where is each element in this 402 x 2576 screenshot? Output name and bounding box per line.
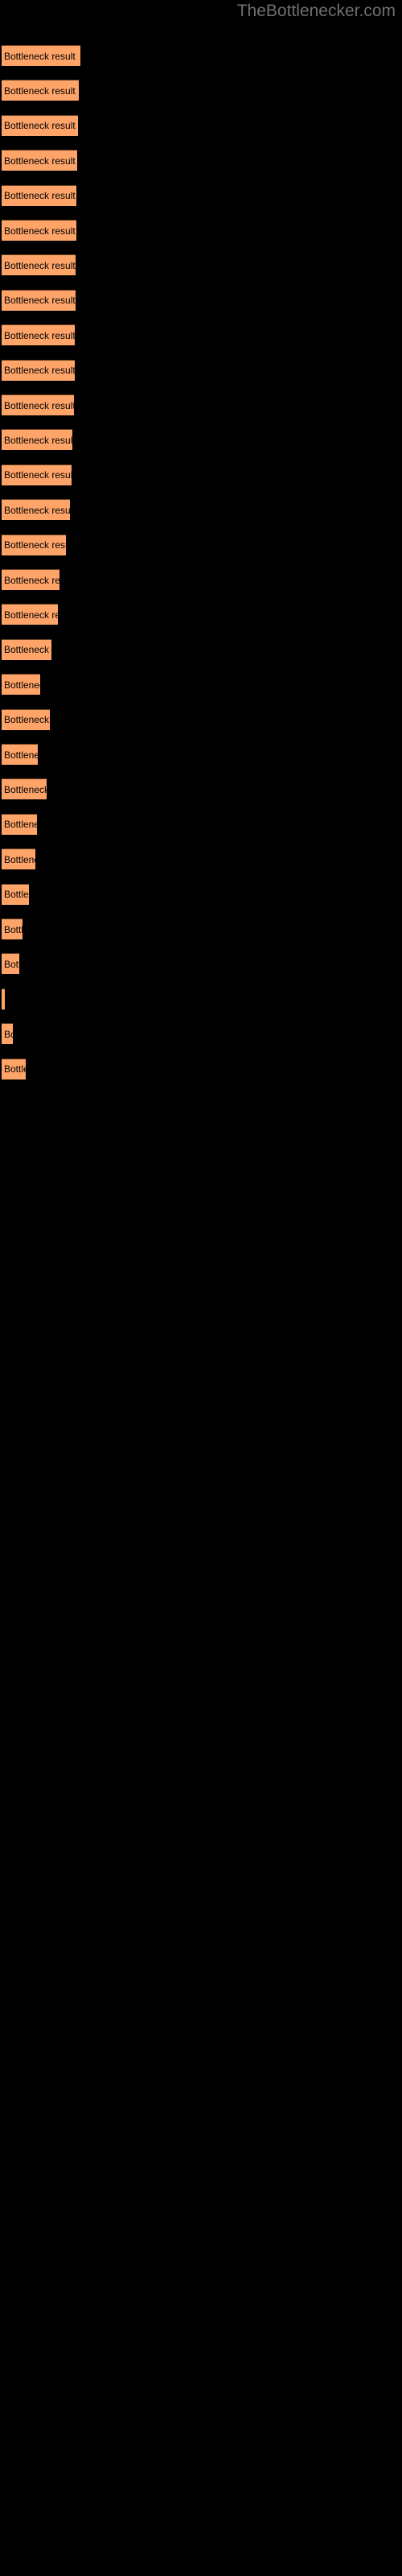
bar: Bottleneck result bbox=[2, 220, 76, 241]
bar: Bottleneck result bbox=[2, 953, 19, 975]
bar-label: Bottleneck result bbox=[4, 889, 29, 901]
bar-label: Bottleneck result bbox=[4, 1063, 26, 1075]
bar-row: Bottleneck result bbox=[0, 953, 402, 975]
bar: Bottleneck result bbox=[2, 813, 37, 835]
bar: Bottleneck result bbox=[2, 324, 75, 346]
bar: Bottleneck result bbox=[2, 1023, 13, 1045]
bar: Bottleneck result bbox=[2, 184, 76, 206]
bar-row: Bottleneck result bbox=[0, 919, 402, 940]
bar-label: Bottleneck result bbox=[4, 993, 5, 1005]
bar: Bottleneck result bbox=[2, 778, 47, 800]
bar: Bottleneck result bbox=[2, 289, 76, 311]
bar-label: Bottleneck result bbox=[4, 295, 76, 307]
bar-label: Bottleneck result bbox=[4, 50, 76, 62]
bar: Bottleneck result bbox=[2, 80, 79, 101]
bar-label: Bottleneck result bbox=[4, 714, 50, 726]
bar-row: Bottleneck result bbox=[0, 254, 402, 276]
bar-row: Bottleneck result bbox=[0, 45, 402, 67]
bar-row: Bottleneck result bbox=[0, 883, 402, 906]
bar: Bottleneck result bbox=[2, 394, 74, 415]
bar: Bottleneck result bbox=[2, 254, 76, 276]
bar: Bottleneck result bbox=[2, 604, 58, 625]
bar: Bottleneck result bbox=[2, 45, 80, 66]
bar-row: Bottleneck result bbox=[0, 114, 402, 137]
bar-label: Bottleneck result bbox=[4, 574, 59, 586]
bar-row: Bottleneck result bbox=[0, 744, 402, 766]
bar-row: Bottleneck result bbox=[0, 1058, 402, 1080]
bar-row: Bottleneck result bbox=[0, 184, 402, 207]
bar-row: Bottleneck result bbox=[0, 674, 402, 696]
bar: Bottleneck result bbox=[2, 883, 29, 905]
bar: Bottleneck result bbox=[2, 988, 5, 1009]
bar-row: Bottleneck result bbox=[0, 359, 402, 382]
bar: Bottleneck result bbox=[2, 464, 72, 485]
bar-row: Bottleneck result bbox=[0, 638, 402, 661]
bar-label: Bottleneck result bbox=[4, 504, 70, 516]
bar-label: Bottleneck result bbox=[4, 923, 23, 935]
bar-label: Bottleneck result bbox=[4, 539, 66, 551]
bar: Bottleneck result bbox=[2, 114, 78, 136]
bar-label: Bottleneck result bbox=[4, 749, 38, 761]
bar: Bottleneck result bbox=[2, 708, 50, 730]
bar: Bottleneck result bbox=[2, 569, 59, 590]
bar-row: Bottleneck result bbox=[0, 988, 402, 1010]
bar-label: Bottleneck result bbox=[4, 819, 37, 831]
bar: Bottleneck result bbox=[2, 919, 23, 939]
bar: Bottleneck result bbox=[2, 534, 66, 555]
bar-label: Bottleneck result bbox=[4, 85, 76, 97]
bar-label: Bottleneck result bbox=[4, 155, 76, 167]
bar-row: Bottleneck result bbox=[0, 324, 402, 346]
bar-label: Bottleneck result bbox=[4, 1028, 13, 1040]
bar-row: Bottleneck result bbox=[0, 150, 402, 171]
bar-row: Bottleneck result bbox=[0, 569, 402, 591]
bar-label: Bottleneck result bbox=[4, 853, 35, 865]
bar: Bottleneck result bbox=[2, 1058, 26, 1080]
bar: Bottleneck result bbox=[2, 848, 35, 870]
bar-label: Bottleneck result bbox=[4, 679, 40, 691]
bar-row: Bottleneck result bbox=[0, 1023, 402, 1045]
bar-label: Bottleneck result bbox=[4, 783, 47, 795]
bar-label: Bottleneck result bbox=[4, 259, 76, 271]
bar-row: Bottleneck result bbox=[0, 778, 402, 800]
bar-row: Bottleneck result bbox=[0, 708, 402, 731]
bar-label: Bottleneck result bbox=[4, 644, 51, 656]
bar-label: Bottleneck result bbox=[4, 469, 72, 481]
bar-row: Bottleneck result bbox=[0, 220, 402, 242]
bar: Bottleneck result bbox=[2, 499, 70, 521]
bar-row: Bottleneck result bbox=[0, 394, 402, 416]
bar: Bottleneck result bbox=[2, 744, 38, 765]
bar-label: Bottleneck result bbox=[4, 399, 74, 411]
bar-row: Bottleneck result bbox=[0, 813, 402, 836]
bar-label: Bottleneck result bbox=[4, 434, 72, 446]
bar: Bottleneck result bbox=[2, 150, 77, 171]
plot-area: Bottleneck result Bottleneck result Bottle… bbox=[0, 0, 402, 2576]
bar-label: Bottleneck result bbox=[4, 609, 58, 621]
bar-chart-root: TheBottlenecker.com Bottleneck result Bot… bbox=[0, 0, 402, 2576]
bar-row: Bottleneck result bbox=[0, 604, 402, 625]
bar-label: Bottleneck result bbox=[4, 958, 19, 970]
bar-label: Bottleneck result bbox=[4, 329, 75, 341]
bar: Bottleneck result bbox=[2, 638, 51, 660]
bar-row: Bottleneck result bbox=[0, 80, 402, 101]
bar: Bottleneck result bbox=[2, 674, 40, 696]
bar: Bottleneck result bbox=[2, 429, 72, 451]
bar-label: Bottleneck result bbox=[4, 365, 75, 377]
bar-label: Bottleneck result bbox=[4, 120, 76, 132]
bar-label: Bottleneck result bbox=[4, 190, 76, 202]
bar-row: Bottleneck result bbox=[0, 464, 402, 486]
bar: Bottleneck result bbox=[2, 359, 75, 381]
bar-row: Bottleneck result bbox=[0, 289, 402, 312]
bar-row: Bottleneck result bbox=[0, 848, 402, 870]
bar-row: Bottleneck result bbox=[0, 499, 402, 521]
bar-row: Bottleneck result bbox=[0, 534, 402, 556]
bar-label: Bottleneck result bbox=[4, 225, 76, 237]
bar-row: Bottleneck result bbox=[0, 429, 402, 451]
